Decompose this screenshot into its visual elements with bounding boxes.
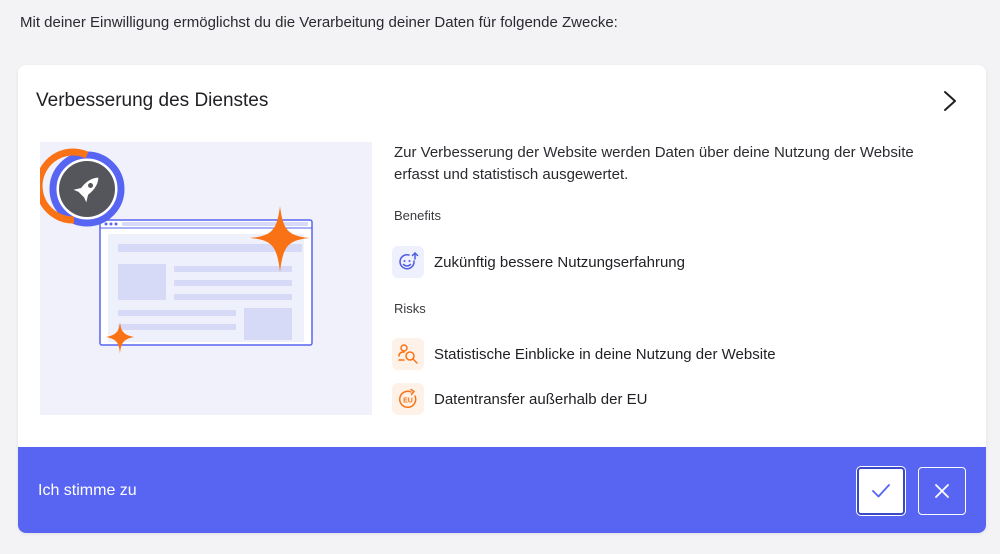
risk-item: Statistische Einblicke in deine Nutzung …	[392, 338, 776, 370]
intro-text: Mit deiner Einwilligung ermöglichst du d…	[20, 14, 618, 31]
decline-button[interactable]	[918, 467, 966, 515]
accept-button[interactable]	[857, 467, 905, 515]
chevron-right-icon[interactable]	[942, 89, 958, 113]
checkmark-icon	[872, 484, 890, 498]
consent-label: Ich stimme zu	[38, 482, 137, 499]
benefit-text: Zukünftig bessere Nutzungserfahrung	[434, 253, 685, 271]
smiley-arrow-icon	[392, 246, 424, 278]
risk-item: EU Datentransfer außerhalb der EU	[392, 383, 647, 415]
svg-text:EU: EU	[403, 398, 413, 405]
consent-footer: Ich stimme zu	[18, 447, 986, 533]
risks-label: Risks	[394, 301, 426, 316]
risk-text: Statistische Einblicke in deine Nutzung …	[434, 345, 776, 363]
eu-transfer-icon: EU	[392, 383, 424, 415]
risk-text: Datentransfer außerhalb der EU	[434, 390, 648, 408]
close-icon	[935, 484, 949, 498]
purpose-card: Verbesserung des Dienstes Zur Verbesseru…	[18, 65, 986, 533]
purpose-description: Zur Verbesserung der Website werden Date…	[394, 144, 914, 183]
person-search-icon	[392, 338, 424, 370]
benefit-item: Zukünftig bessere Nutzungserfahrung	[392, 246, 685, 278]
purpose-illustration	[35, 142, 372, 415]
purpose-title: Verbesserung des Dienstes	[36, 90, 269, 111]
benefits-label: Benefits	[394, 208, 441, 223]
